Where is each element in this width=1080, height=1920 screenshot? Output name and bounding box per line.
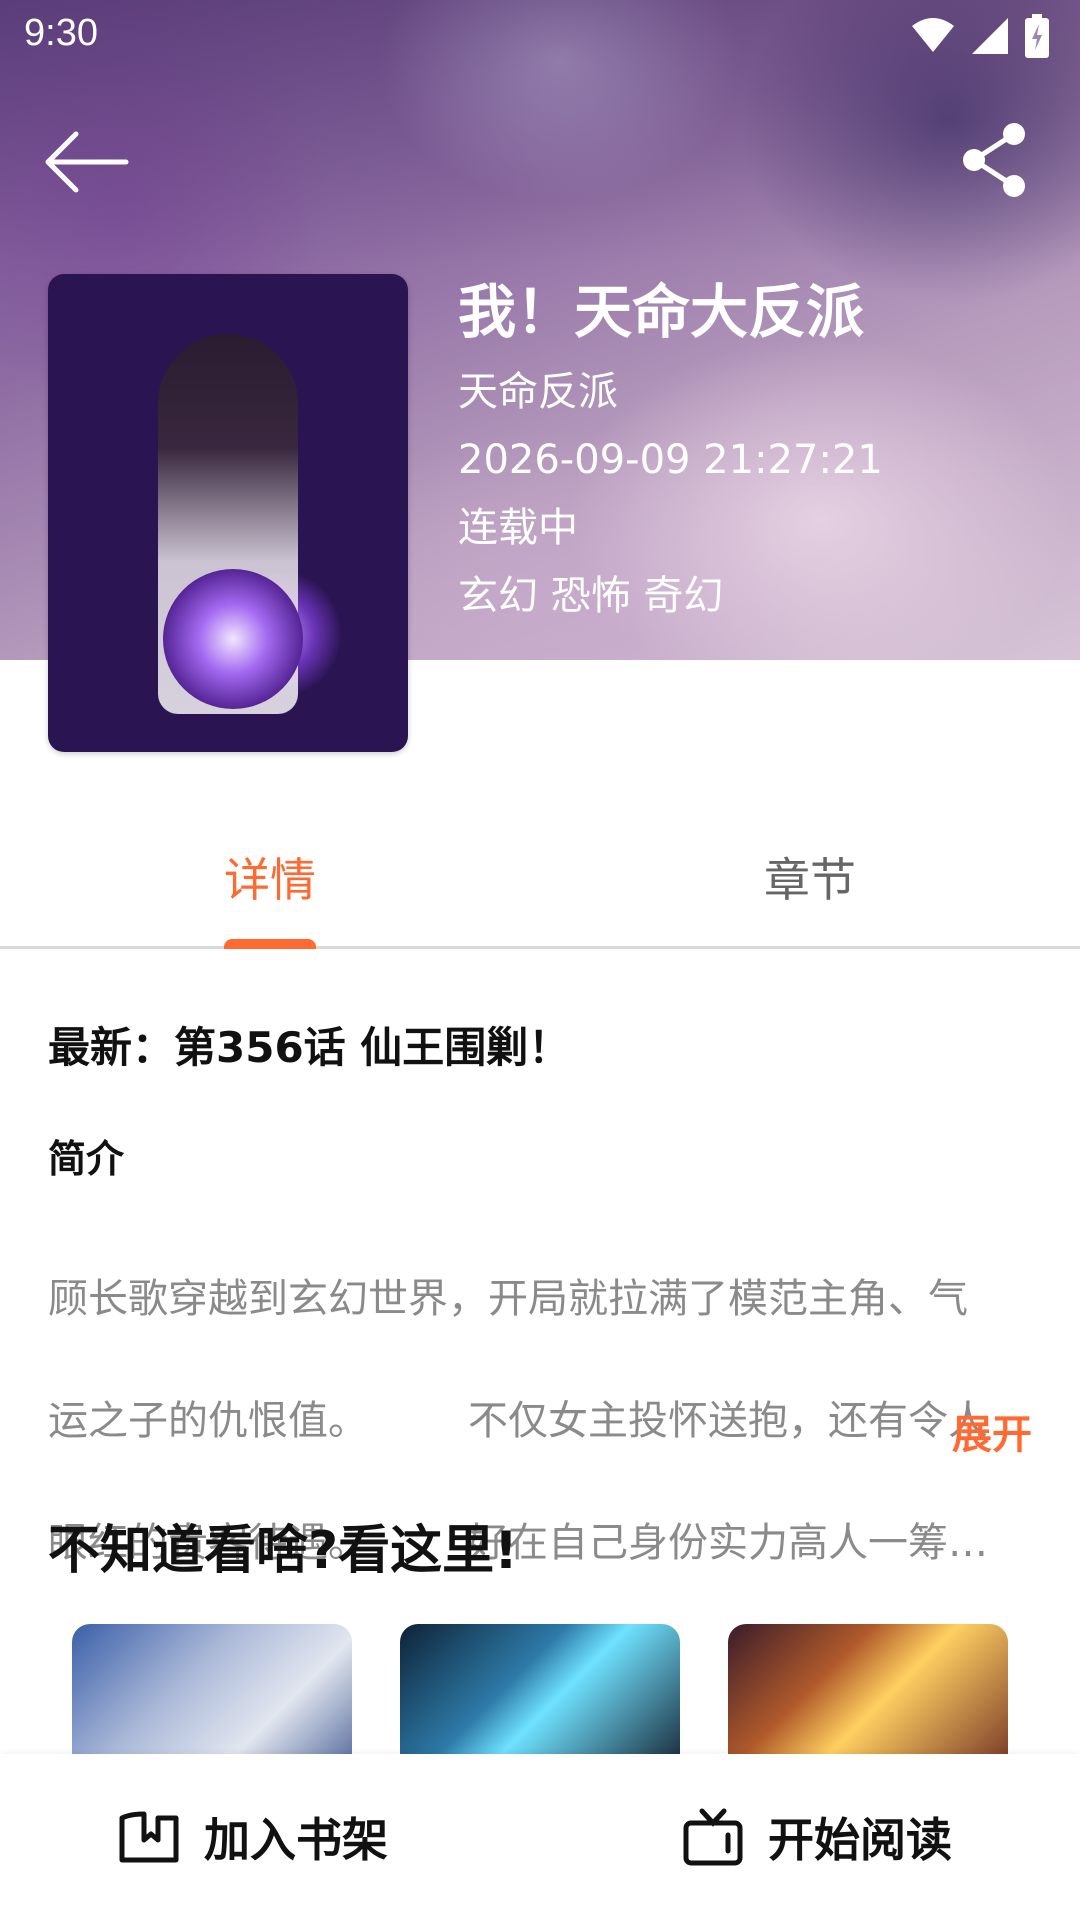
latest-chapter[interactable]: 最新：第356话 仙王围剿！ bbox=[48, 1014, 570, 1075]
back-button[interactable] bbox=[40, 126, 130, 196]
recommend-card[interactable] bbox=[72, 1624, 352, 1764]
bookshelf-icon bbox=[119, 1811, 179, 1863]
status-icons bbox=[910, 14, 1050, 58]
tab-indicator bbox=[224, 939, 316, 949]
start-reading-button[interactable]: 开始阅读 bbox=[682, 1804, 952, 1870]
book-author: 天命反派 bbox=[458, 369, 618, 415]
battery-icon bbox=[1025, 14, 1049, 58]
recommend-card[interactable] bbox=[728, 1624, 1008, 1764]
tab-details[interactable]: 详情 bbox=[0, 844, 540, 910]
book-cover[interactable] bbox=[48, 274, 408, 752]
wifi-icon bbox=[912, 18, 954, 52]
intro-label: 简介 bbox=[48, 1137, 125, 1181]
book-genres: 玄幻 恐怖 奇幻 bbox=[458, 573, 724, 619]
add-to-shelf-button[interactable]: 加入书架 bbox=[118, 1804, 388, 1870]
recommend-card[interactable] bbox=[400, 1624, 680, 1764]
share-button[interactable] bbox=[960, 120, 1030, 200]
tv-icon bbox=[683, 1808, 743, 1866]
top-nav bbox=[0, 112, 1080, 212]
intro-line: 运之子的仇恨值。 不仅女主投怀送抱，还有令人 bbox=[48, 1398, 988, 1444]
recommend-title: 不知道看啥?看这里! bbox=[48, 1521, 518, 1581]
book-info: 我！天命大反派 天命反派 2026-09-09 21:27:21 连载中 玄幻 … bbox=[458, 272, 883, 630]
start-reading-label: 开始阅读 bbox=[768, 1813, 952, 1867]
bottom-action-bar: 加入书架 开始阅读 bbox=[0, 1754, 1080, 1920]
share-icon bbox=[963, 123, 1025, 197]
book-updated: 2026-09-09 21:27:21 bbox=[458, 437, 883, 483]
expand-button[interactable]: 展开 bbox=[952, 1402, 1032, 1460]
book-status: 连载中 bbox=[458, 505, 578, 551]
tab-bar: 详情 章节 bbox=[0, 820, 1080, 949]
cover-orb bbox=[163, 569, 303, 709]
signal-icon bbox=[972, 18, 1008, 54]
status-time: 9:30 bbox=[24, 12, 98, 54]
tab-chapters[interactable]: 章节 bbox=[540, 844, 1080, 910]
status-bar: 9:30 bbox=[0, 0, 1080, 72]
book-title: 我！天命大反派 bbox=[458, 278, 865, 346]
intro-line: 顾长歌穿越到玄幻世界，开局就拉满了模范主角、气 bbox=[48, 1276, 968, 1322]
add-to-shelf-label: 加入书架 bbox=[204, 1813, 388, 1867]
back-arrow-icon bbox=[45, 131, 129, 193]
